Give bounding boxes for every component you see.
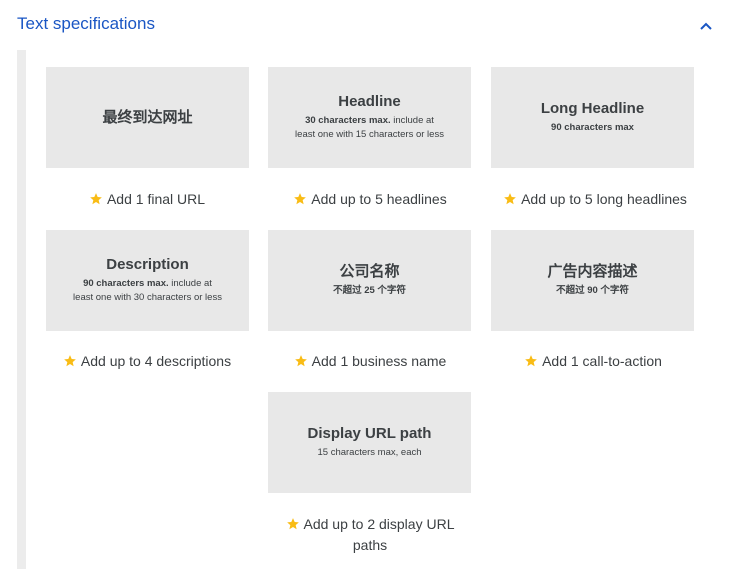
- star-icon: [294, 355, 307, 367]
- card-subtitle-rest: include at: [168, 278, 212, 289]
- requirement-text: Add 1 call-to-action: [542, 353, 662, 369]
- card-title: Display URL path: [307, 425, 432, 442]
- long-headline-requirement: Add up to 5 long headlines: [475, 189, 715, 210]
- description-requirement: Add up to 4 descriptions: [27, 351, 267, 372]
- display-url-path-requirement: Add up to 2 display URL paths: [250, 514, 490, 556]
- star-icon: [90, 193, 102, 205]
- card-title: 公司名称: [339, 263, 400, 280]
- final-url-requirement: Add 1 final URL: [27, 189, 267, 210]
- section-title: Text specifications: [17, 14, 155, 33]
- card-subtitle-bold: 不超过 25 个字符: [333, 285, 406, 296]
- section-header[interactable]: Text specifications: [0, 0, 748, 50]
- business-name-card: 公司名称 不超过 25 个字符: [268, 230, 471, 331]
- final-url-card: 最终到达网址: [46, 67, 249, 168]
- card-subtitle: 15 characters max, each: [317, 446, 421, 460]
- long-headline-card: Long Headline 90 characters max: [491, 67, 694, 168]
- chevron-up-icon[interactable]: [696, 16, 716, 36]
- card-subtitle: 不超过 25 个字符: [333, 284, 406, 298]
- card-title: 广告内容描述: [547, 263, 638, 280]
- card-subtitle-line2: least one with 30 characters or less: [73, 292, 222, 303]
- card-subtitle-bold: 90 characters max: [551, 122, 634, 133]
- star-icon: [525, 355, 537, 367]
- card-title: Headline: [338, 93, 401, 110]
- card-subtitle-rest: include at: [390, 115, 434, 126]
- headline-card: Headline 30 characters max. include at l…: [268, 67, 471, 168]
- card-title: Description: [106, 256, 189, 273]
- card-subtitle-line2: least one with 15 characters or less: [295, 129, 444, 140]
- section-rail: [17, 50, 26, 569]
- requirement-text: Add 1 final URL: [106, 191, 206, 207]
- card-subtitle-bold: 不超过 90 个字符: [556, 285, 629, 296]
- requirement-text: Add up to 4 descriptions: [80, 353, 232, 369]
- card-subtitle-rest: 15 characters max, each: [317, 447, 422, 458]
- requirement-text: Add up to 5 headlines: [311, 191, 447, 207]
- star-icon: [294, 193, 307, 205]
- star-icon: [64, 355, 76, 367]
- card-subtitle: 90 characters max: [551, 121, 634, 135]
- requirement-text-line2: paths: [352, 537, 388, 553]
- business-name-requirement: Add 1 business name: [250, 351, 490, 372]
- call-to-action-requirement: Add 1 call-to-action: [473, 351, 713, 372]
- card-subtitle-bold: 90 characters max.: [83, 278, 169, 289]
- card-subtitle: 30 characters max. include at least one …: [295, 114, 444, 142]
- card-title: 最终到达网址: [102, 108, 193, 126]
- requirement-text: Add 1 business name: [311, 353, 447, 369]
- display-url-path-card: Display URL path 15 characters max, each: [268, 392, 471, 493]
- card-title: Long Headline: [540, 100, 645, 117]
- star-icon: [286, 518, 299, 530]
- headline-requirement: Add up to 5 headlines: [250, 189, 490, 210]
- card-subtitle: 90 characters max. include at least one …: [73, 277, 222, 305]
- card-subtitle-bold: 30 characters max.: [305, 115, 391, 126]
- requirement-text: Add up to 5 long headlines: [521, 191, 687, 207]
- card-subtitle: 不超过 90 个字符: [556, 284, 629, 298]
- requirement-text-line1: Add up to 2 display URL: [303, 516, 455, 532]
- call-to-action-card: 广告内容描述 不超过 90 个字符: [491, 230, 694, 331]
- star-icon: [504, 193, 516, 205]
- description-card: Description 90 characters max. include a…: [46, 230, 249, 331]
